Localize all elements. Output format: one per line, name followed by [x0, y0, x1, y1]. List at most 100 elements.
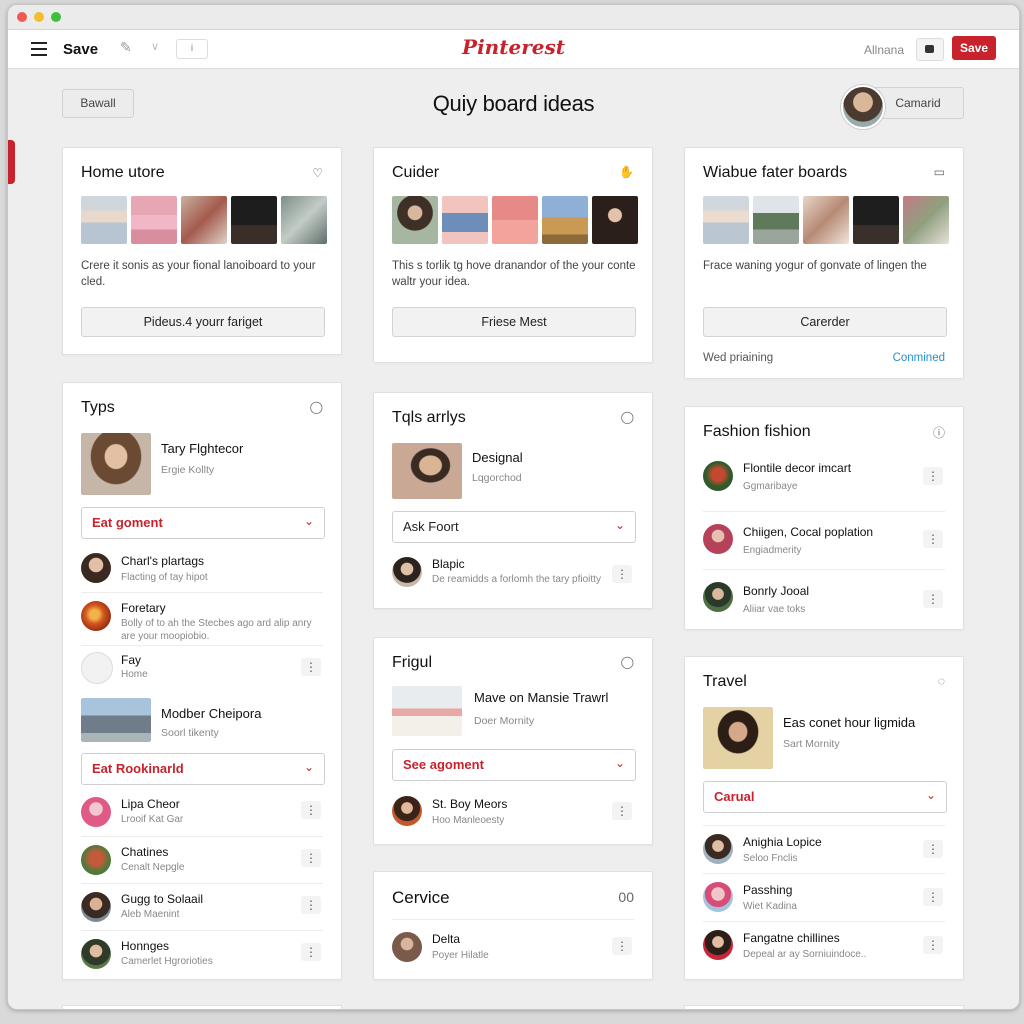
- thumbnail[interactable]: [592, 196, 638, 244]
- list-item[interactable]: Passhing Wiet Kadina ⋮: [703, 873, 945, 920]
- feature-image[interactable]: [392, 686, 462, 736]
- thumbnail[interactable]: [442, 196, 488, 244]
- thumbnail[interactable]: [181, 196, 227, 244]
- info-icon[interactable]: ⓘ: [933, 424, 945, 441]
- more-options-icon[interactable]: ⋮: [301, 896, 321, 914]
- more-options-icon[interactable]: ⋮: [612, 565, 632, 583]
- feature-image[interactable]: [81, 698, 151, 742]
- feature-image[interactable]: [392, 443, 462, 499]
- avatar[interactable]: [841, 85, 885, 129]
- thumbnail[interactable]: [803, 196, 849, 244]
- thumbnail[interactable]: [753, 196, 799, 244]
- feature-image[interactable]: [81, 433, 151, 495]
- card-action-button[interactable]: Friese Mest: [392, 307, 636, 337]
- thumbnail[interactable]: [81, 196, 127, 244]
- board-select[interactable]: Ask Foort ⌄: [392, 511, 636, 543]
- feature-title[interactable]: Designal: [472, 450, 523, 465]
- more-options-icon[interactable]: ⋮: [301, 801, 321, 819]
- list-item[interactable]: Fangatne chillines Depeal ar ay Sorniuin…: [703, 921, 945, 968]
- item-title: Charl's plartags: [121, 554, 204, 568]
- list-item[interactable]: Chatines Cenalt Nepgle ⋮: [81, 836, 323, 883]
- globe-icon[interactable]: ◌: [938, 674, 945, 688]
- chevron-down-icon: ⌄: [614, 756, 625, 770]
- thumbnail[interactable]: [492, 196, 538, 244]
- feature-title[interactable]: Tary Flghtecor: [161, 441, 243, 456]
- pencil-icon[interactable]: ✎: [120, 39, 132, 56]
- thumbnail[interactable]: [542, 196, 588, 244]
- list-item[interactable]: Gugg to Solaail Aleb Maenint ⋮: [81, 883, 323, 930]
- board-select[interactable]: Eat Rookinarld ⌄: [81, 753, 325, 785]
- chevron-down-icon: ⌄: [614, 518, 625, 532]
- avatar: [703, 834, 733, 864]
- feature-title[interactable]: Mave on Mansie Trawrl: [474, 690, 608, 705]
- more-options-icon[interactable]: ⋮: [301, 658, 321, 676]
- thumbnail[interactable]: [903, 196, 949, 244]
- feature-title[interactable]: Eas conet hour ligmida: [783, 715, 915, 730]
- thumbnail[interactable]: [853, 196, 899, 244]
- thumbnail[interactable]: [131, 196, 177, 244]
- more-options-icon[interactable]: ⋮: [923, 840, 943, 858]
- confirmed-link[interactable]: Conmined: [893, 352, 945, 364]
- more-options-icon[interactable]: ⋮: [923, 590, 943, 608]
- comment-icon[interactable]: ◯: [310, 400, 323, 414]
- thumbnail[interactable]: [231, 196, 277, 244]
- feature-image[interactable]: [703, 707, 773, 769]
- more-options-icon[interactable]: ⋮: [301, 849, 321, 867]
- chevron-down-icon: ⌄: [303, 514, 314, 528]
- heart-outline-icon[interactable]: ♡: [312, 166, 323, 180]
- list-item[interactable]: Charl's plartags Flacting of tay hipot: [81, 547, 323, 589]
- item-title: Foretary: [121, 601, 166, 615]
- list-item[interactable]: Chiigen, Cocal poplation Engiadmerity ⋮: [703, 511, 945, 570]
- list-item[interactable]: Honnges Camerlet Hgrorioties ⋮: [81, 930, 323, 977]
- card-action-button[interactable]: Pideus.4 yourr fariget: [81, 307, 325, 337]
- username[interactable]: Allnana: [864, 43, 904, 57]
- list-item[interactable]: St. Boy Meors Hoo Manleoesty ⋮: [392, 790, 634, 836]
- comment-icon[interactable]: ◯: [621, 655, 634, 669]
- avatar: [392, 557, 422, 587]
- list-item[interactable]: Fay Home ⋮: [81, 645, 323, 688]
- thumbnail[interactable]: [281, 196, 327, 244]
- zoom-window-button[interactable]: [51, 12, 61, 22]
- list-item[interactable]: Delta Poyer Hilatle ⋮: [392, 919, 634, 968]
- list-item[interactable]: Anighia Lopice Seloo Fnclis ⋮: [703, 825, 945, 872]
- board-select[interactable]: Eat goment ⌄: [81, 507, 325, 539]
- avatar: [81, 601, 111, 631]
- minimize-window-button[interactable]: [34, 12, 44, 22]
- save-link[interactable]: Save: [63, 41, 98, 58]
- list-item[interactable]: Foretary Bolly of to ah the Stecbes ago …: [81, 592, 323, 645]
- list-item[interactable]: Blapic De reamidds a forlomh the tary pf…: [392, 551, 634, 603]
- feature-title[interactable]: Modber Cheipora: [161, 706, 261, 721]
- board-select[interactable]: See agoment ⌄: [392, 749, 636, 781]
- more-options-icon[interactable]: ⋮: [612, 937, 632, 955]
- close-window-button[interactable]: [17, 12, 27, 22]
- more-options-icon[interactable]: ⋮: [923, 467, 943, 485]
- info-box[interactable]: i: [176, 39, 208, 59]
- select-value: Ask Foort: [403, 519, 459, 534]
- item-subtitle: Camerlet Hgrorioties: [121, 956, 213, 967]
- hand-icon[interactable]: ✋: [619, 165, 634, 179]
- list-item[interactable]: Lipa Cheor Lrooif Kat Gar ⋮: [81, 791, 323, 835]
- board-icon-button[interactable]: [916, 38, 944, 61]
- more-options-icon[interactable]: ⋮: [923, 888, 943, 906]
- board-card-typs: Typs ◯ Tary Flghtecor Ergie Kollty Eat g…: [62, 382, 342, 980]
- save-button[interactable]: Save: [952, 36, 996, 60]
- list-item[interactable]: Bonrly Jooal Aliiar vae toks ⋮: [703, 569, 945, 628]
- more-options-icon[interactable]: ⋮: [301, 943, 321, 961]
- menu-icon[interactable]: [31, 42, 47, 56]
- more-options-icon[interactable]: ⋮: [923, 936, 943, 954]
- thumbnail[interactable]: [392, 196, 438, 244]
- select-value: See agoment: [403, 757, 484, 772]
- more-options-icon[interactable]: ⋮: [923, 530, 943, 548]
- board-select[interactable]: Carual ⌄: [703, 781, 947, 813]
- right-header-button[interactable]: Camarid: [872, 87, 964, 119]
- chevron-down-icon[interactable]: ∨: [151, 40, 159, 53]
- card-action-button[interactable]: Carerder: [703, 307, 947, 337]
- side-tab[interactable]: [8, 140, 15, 184]
- comment-icon[interactable]: ▭: [934, 165, 945, 179]
- item-subtitle: Depeal ar ay Sorniuindoce..: [743, 949, 867, 960]
- thumbnail[interactable]: [703, 196, 749, 244]
- avatar: [703, 524, 733, 554]
- comment-icon[interactable]: ◯: [621, 410, 634, 424]
- list-item[interactable]: Flontile decor imcart Ggmaribaye ⋮: [703, 453, 945, 509]
- more-options-icon[interactable]: ⋮: [612, 802, 632, 820]
